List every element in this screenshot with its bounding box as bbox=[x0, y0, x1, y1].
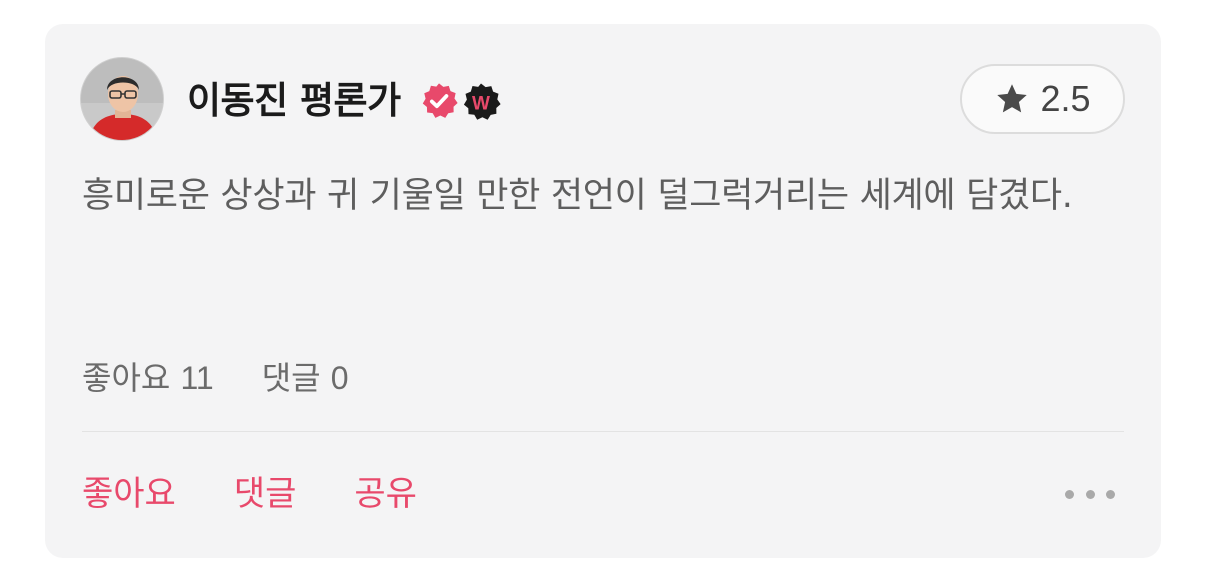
avatar[interactable] bbox=[80, 57, 164, 141]
likes-count: 11 bbox=[180, 360, 214, 396]
likes-label: 좋아요 bbox=[82, 359, 171, 397]
share-button[interactable]: 공유 bbox=[354, 472, 417, 516]
comments-label: 댓글 bbox=[261, 359, 321, 397]
review-card: 이동진 평론가 W 2.5 흥미로운 상상과 귀 기울일 만한 전언이 덜그럭거… bbox=[45, 24, 1161, 558]
actions-row: 좋아요 댓글 공유 bbox=[82, 472, 417, 516]
comments-stat[interactable]: 댓글 0 bbox=[262, 356, 349, 400]
more-dot bbox=[1085, 489, 1095, 499]
divider bbox=[82, 431, 1124, 432]
avatar-photo-icon bbox=[81, 58, 163, 140]
rating-badge: 2.5 bbox=[960, 64, 1125, 134]
like-button[interactable]: 좋아요 bbox=[82, 472, 176, 516]
more-dot bbox=[1065, 489, 1074, 499]
rating-value: 2.5 bbox=[1040, 78, 1091, 119]
watcha-w-badge-icon: W bbox=[463, 83, 501, 120]
more-dot bbox=[1106, 489, 1115, 499]
comments-count: 0 bbox=[330, 360, 349, 396]
author-name[interactable]: 이동진 평론가 bbox=[187, 78, 401, 124]
star-icon bbox=[997, 84, 1028, 113]
watcha-badge-letter: W bbox=[472, 94, 490, 115]
review-text: 흥미로운 상상과 귀 기울일 만한 전언이 덜그럭거리는 세계에 담겼다. bbox=[82, 176, 1073, 216]
likes-stat[interactable]: 좋아요 11 bbox=[82, 356, 214, 400]
verified-check-badge-icon bbox=[422, 83, 458, 118]
stats-row: 좋아요 11 댓글 0 bbox=[82, 356, 349, 400]
comment-button[interactable]: 댓글 bbox=[234, 472, 297, 516]
more-horizontal-icon[interactable] bbox=[1065, 479, 1115, 509]
